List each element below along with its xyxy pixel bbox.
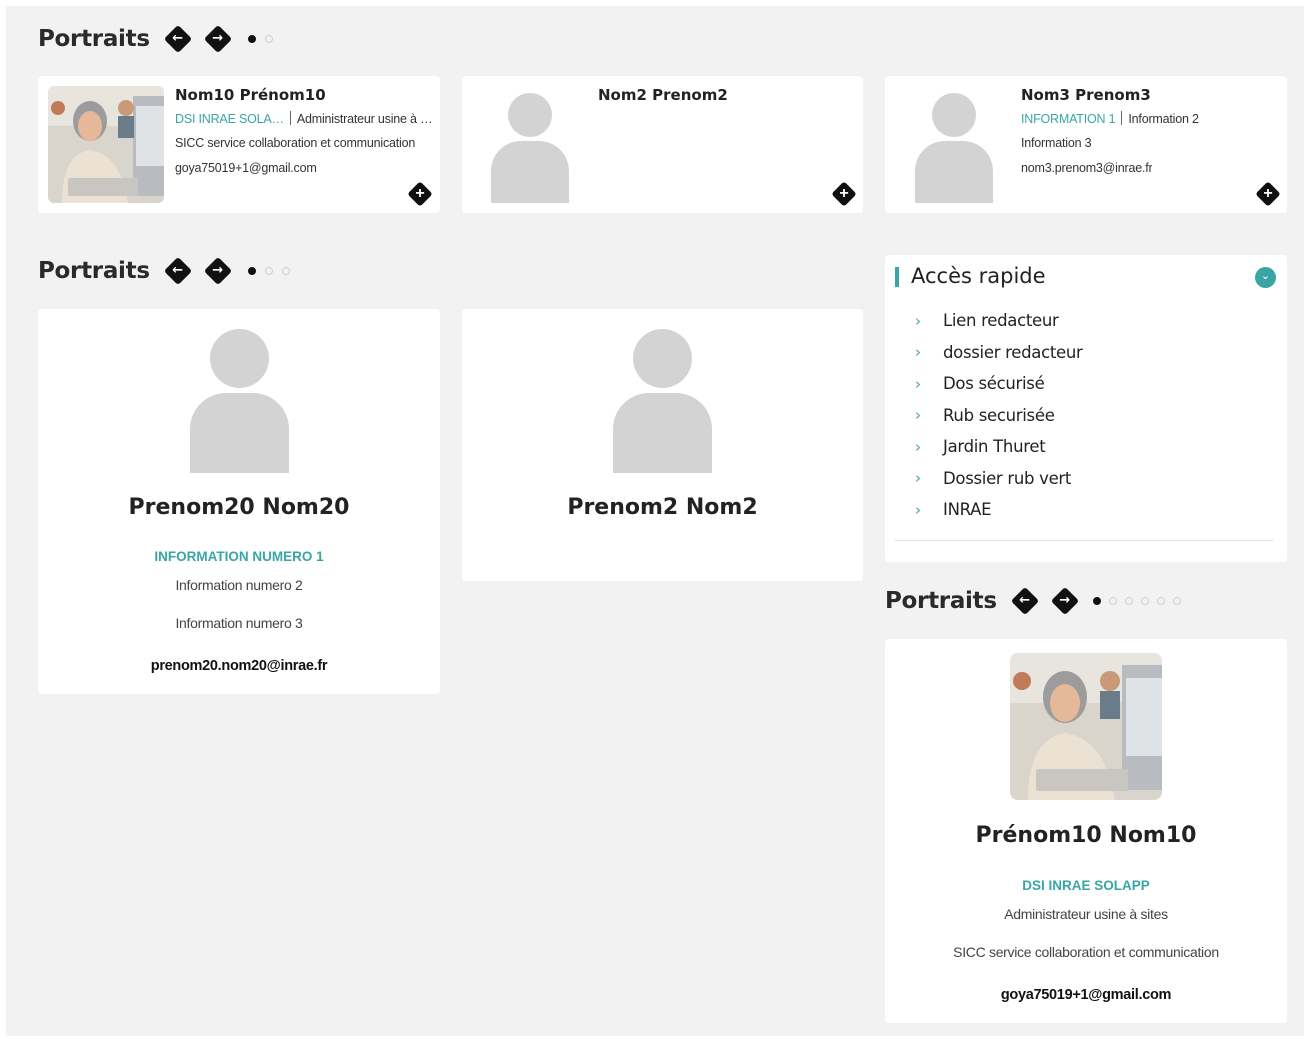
chevron-right-icon: ›	[915, 406, 921, 425]
portrait-info: Information numero 2	[175, 577, 303, 593]
avatar-placeholder-icon	[915, 93, 993, 203]
chevron-right-icon: ›	[915, 343, 921, 362]
quick-access-panel: Accès rapide ⌄ › Lien redacteur › dossier …	[885, 255, 1287, 562]
carousel-dot[interactable]	[247, 267, 256, 275]
arrow-right-icon: →	[212, 31, 224, 46]
portrait-info-accent: DSI INRAE SOLA…	[175, 112, 284, 126]
portrait-photo	[1010, 653, 1162, 800]
arrow-left-icon: ←	[172, 263, 184, 278]
portrait-info-line: SICC service collaboration et communicat…	[175, 136, 416, 150]
portrait-photo	[48, 86, 164, 203]
divider	[895, 540, 1273, 541]
portrait-email: nom3.prenom3@inrae.fr	[1021, 161, 1153, 175]
carousel-dots	[1092, 597, 1189, 605]
prev-arrow-button[interactable]: ←	[163, 256, 192, 286]
portrait-card-small: Nom3 Prenom3 INFORMATION 1 Information 2 …	[885, 76, 1287, 213]
page: Portraits ← → Nom10 Prénom10 DSI INRAE S…	[6, 6, 1304, 1036]
portrait-info: Administrateur usine à …	[296, 112, 433, 126]
portrait-name: Prenom2 Nom2	[567, 495, 758, 520]
expand-button[interactable]: +	[1255, 181, 1281, 207]
arrow-left-icon: ←	[1019, 593, 1031, 608]
carousel-dot[interactable]	[264, 35, 273, 43]
carousel-dot[interactable]	[1156, 597, 1165, 605]
carousel-dots	[247, 267, 299, 275]
quick-access-link[interactable]: › Lien redacteur	[915, 305, 1083, 337]
avatar-placeholder-icon	[190, 329, 289, 473]
chevron-right-icon: ›	[915, 437, 921, 456]
portrait-info-line: DSI INRAE SOLA… Administrateur usine à …	[175, 111, 433, 126]
carousel-dot[interactable]	[1108, 597, 1117, 605]
arrow-right-icon: →	[212, 263, 224, 278]
carousel-dot[interactable]	[1092, 597, 1101, 605]
portrait-info-line: Information 3	[1021, 136, 1092, 150]
avatar-placeholder-icon	[491, 93, 569, 203]
portrait-info-accent: INFORMATION 1	[1021, 112, 1116, 126]
portrait-info: SICC service collaboration et communicat…	[953, 944, 1219, 960]
portrait-name: Prenom20 Nom20	[128, 495, 350, 520]
prev-arrow-button[interactable]: ←	[163, 24, 192, 54]
chevron-right-icon: ›	[915, 500, 921, 519]
chevron-right-icon: ›	[915, 374, 921, 393]
portrait-name: Nom2 Prenom2	[598, 86, 728, 104]
carousel-dot[interactable]	[1140, 597, 1149, 605]
chevron-down-icon: ⌄	[1260, 270, 1271, 282]
portrait-card-large: Prenom2 Nom2	[462, 309, 863, 581]
portrait-info-accent: DSI INRAE SOLAPP	[1022, 878, 1150, 893]
carousel-dot[interactable]	[264, 267, 273, 275]
portrait-info: Administrateur usine à sites	[1004, 906, 1168, 922]
carousel-dot[interactable]	[281, 267, 290, 275]
chevron-right-icon: ›	[915, 311, 921, 330]
next-arrow-button[interactable]: →	[203, 256, 232, 286]
arrow-right-icon: →	[1059, 593, 1071, 608]
plus-icon: +	[1263, 185, 1273, 202]
portrait-card-large: Prenom20 Nom20 INFORMATION NUMERO 1 Info…	[38, 309, 440, 694]
next-arrow-button[interactable]: →	[203, 24, 232, 54]
carousel-dot[interactable]	[247, 35, 256, 43]
quick-access-link[interactable]: › Jardin Thuret	[915, 431, 1083, 463]
arrow-left-icon: ←	[172, 31, 184, 46]
quick-access-title: Accès rapide	[911, 264, 1046, 288]
section-title: Portraits	[885, 588, 997, 614]
portrait-info-line: INFORMATION 1 Information 2	[1021, 111, 1279, 126]
chevron-right-icon: ›	[915, 469, 921, 488]
portraits-header-1: Portraits ← →	[38, 24, 282, 54]
accent-bar	[895, 267, 899, 287]
quick-access-link[interactable]: › dossier redacteur	[915, 337, 1083, 369]
portrait-name: Prénom10 Nom10	[975, 823, 1197, 848]
prev-arrow-button[interactable]: ←	[1010, 586, 1039, 616]
portrait-card-small: Nom2 Prenom2 +	[462, 76, 863, 213]
portrait-card-large: Prénom10 Nom10 DSI INRAE SOLAPP Administ…	[885, 639, 1287, 1023]
portraits-header-3: Portraits ← →	[885, 586, 1189, 616]
portrait-name: Nom3 Prenom3	[1021, 86, 1151, 104]
next-arrow-button[interactable]: →	[1050, 586, 1079, 616]
carousel-dots	[247, 35, 282, 43]
portrait-info: Information 2	[1128, 112, 1199, 126]
collapse-toggle-button[interactable]: ⌄	[1255, 267, 1276, 288]
portrait-email: goya75019+1@gmail.com	[1000, 987, 1172, 1003]
portrait-info-accent: INFORMATION NUMERO 1	[154, 549, 324, 564]
carousel-dot[interactable]	[1172, 597, 1181, 605]
portrait-email: prenom20.nom20@inrae.fr	[150, 658, 328, 674]
portraits-header-2: Portraits ← →	[38, 256, 299, 286]
section-title: Portraits	[38, 26, 150, 52]
expand-button[interactable]: +	[407, 181, 433, 207]
quick-access-list: › Lien redacteur › dossier redacteur › Dos …	[915, 305, 1083, 526]
quick-access-link[interactable]: › INRAE	[915, 494, 1083, 526]
quick-access-link[interactable]: › Rub securisée	[915, 400, 1083, 432]
expand-button[interactable]: +	[831, 181, 857, 207]
quick-access-link[interactable]: › Dossier rub vert	[915, 463, 1083, 495]
portrait-info: Information numero 3	[175, 615, 303, 631]
plus-icon: +	[839, 185, 849, 202]
portrait-email: goya75019+1@gmail.com	[175, 161, 317, 175]
carousel-dot[interactable]	[1124, 597, 1133, 605]
section-title: Portraits	[38, 258, 150, 284]
portrait-name: Nom10 Prénom10	[175, 86, 326, 104]
portrait-card-small: Nom10 Prénom10 DSI INRAE SOLA… Administra…	[38, 76, 440, 213]
plus-icon: +	[415, 185, 425, 202]
avatar-placeholder-icon	[613, 329, 712, 473]
quick-access-link[interactable]: › Dos sécurisé	[915, 368, 1083, 400]
